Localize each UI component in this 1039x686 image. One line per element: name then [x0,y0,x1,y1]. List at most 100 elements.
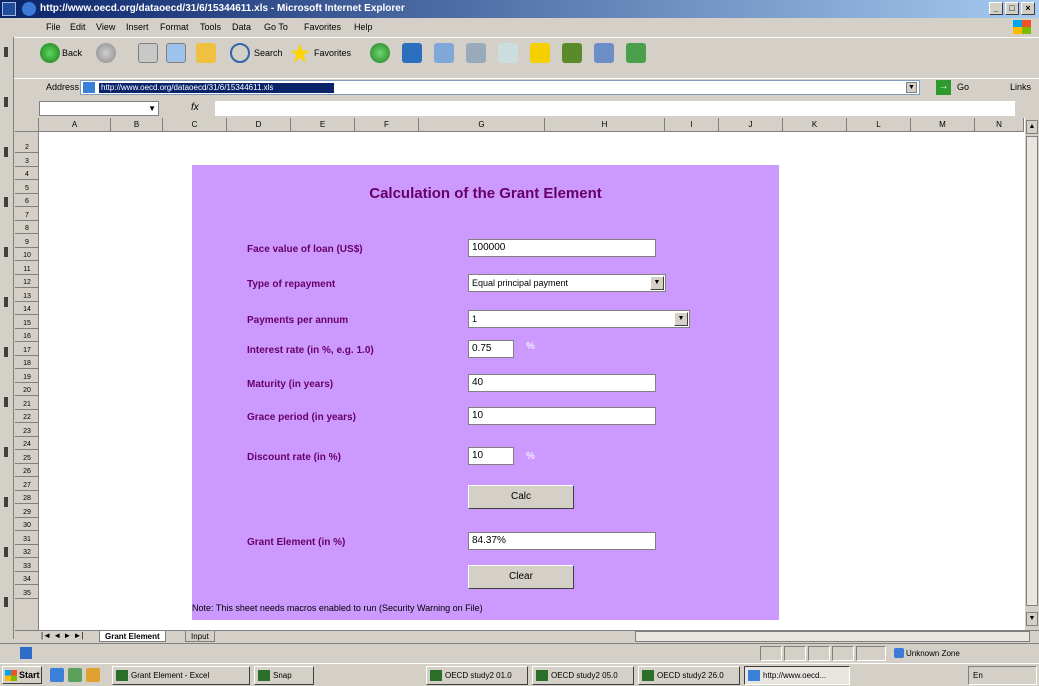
close-button[interactable]: × [1021,2,1035,15]
menu-file[interactable]: File [46,22,61,32]
column-header[interactable]: H [545,118,665,132]
row-header[interactable]: 30 [15,520,39,531]
name-box-dropdown-icon[interactable]: ▼ [148,104,156,113]
system-tray[interactable]: En [968,666,1037,685]
quicklaunch-desktop-icon[interactable] [68,668,82,682]
scroll-up-icon[interactable]: ▲ [1026,120,1038,134]
row-header[interactable]: 19 [15,372,39,383]
links-button[interactable]: Links [1010,82,1031,92]
minimize-button[interactable]: _ [989,2,1003,15]
address-input[interactable]: http://www.oecd.org/dataoecd/31/6/153446… [80,80,920,95]
tab-grant-element[interactable]: Grant Element [99,631,166,642]
excel-app-icon[interactable] [2,2,16,16]
row-header[interactable]: 32 [15,547,39,558]
search-icon[interactable] [230,43,250,63]
row-header[interactable]: 13 [15,291,39,302]
column-header[interactable]: C [163,118,227,132]
row-header[interactable]: 20 [15,385,39,396]
grant-element-output[interactable]: 84.37% [468,532,656,550]
edit-icon[interactable] [498,43,518,63]
row-header[interactable]: 18 [15,358,39,369]
column-header[interactable]: N [975,118,1024,132]
column-header[interactable]: A [39,118,111,132]
grace-period-input[interactable]: 10 [468,407,656,425]
back-label[interactable]: Back [62,48,82,58]
row-header[interactable]: 34 [15,574,39,585]
row-header[interactable]: 33 [15,561,39,572]
folder-icon[interactable] [530,43,550,63]
research-icon[interactable] [562,43,582,63]
row-header[interactable]: 27 [15,480,39,491]
menu-view[interactable]: View [96,22,115,32]
refresh-icon[interactable] [166,43,186,63]
menu-tools[interactable]: Tools [200,22,221,32]
row-header[interactable]: 25 [15,453,39,464]
row-header[interactable]: 24 [15,439,39,450]
row-header[interactable]: 3 [15,156,39,167]
row-header[interactable]: 6 [15,196,39,207]
language-indicator[interactable]: En [973,671,983,680]
column-header[interactable]: K [783,118,847,132]
row-header[interactable]: 5 [15,183,39,194]
quicklaunch-ie-icon[interactable] [50,668,64,682]
scroll-thumb[interactable] [1026,136,1038,606]
face-value-input[interactable]: 100000 [468,239,656,257]
column-header[interactable]: G [419,118,545,132]
column-header[interactable]: B [111,118,163,132]
row-header[interactable]: 16 [15,331,39,342]
column-header[interactable]: E [291,118,355,132]
column-header[interactable]: D [227,118,291,132]
row-header[interactable]: 9 [15,237,39,248]
task-button-active[interactable]: http://www.oecd... [744,666,850,685]
task-button[interactable]: OECD study2 05.0 [532,666,634,685]
scroll-down-icon[interactable]: ▼ [1026,612,1038,626]
task-button[interactable]: OECD study2 26.0 [638,666,740,685]
row-header[interactable]: 29 [15,507,39,518]
task-button[interactable]: Grant Element - Excel [112,666,250,685]
quicklaunch-media-icon[interactable] [86,668,100,682]
menu-favorites[interactable]: Favorites [304,22,341,32]
column-header[interactable]: F [355,118,419,132]
row-header[interactable]: 26 [15,466,39,477]
row-header[interactable]: 21 [15,399,39,410]
home-icon[interactable] [196,43,216,63]
interest-rate-input[interactable]: 0.75 [468,340,514,358]
menu-edit[interactable]: Edit [70,22,86,32]
formula-input[interactable] [215,101,1015,116]
task-button[interactable]: OECD study2 01.0 [426,666,528,685]
column-header[interactable]: J [719,118,783,132]
row-header[interactable]: 14 [15,304,39,315]
column-header[interactable]: I [665,118,719,132]
messenger-icon[interactable] [594,43,614,63]
row-header[interactable]: 23 [15,426,39,437]
row-header[interactable]: 8 [15,223,39,234]
mail-icon[interactable] [434,43,454,63]
address-dropdown-icon[interactable]: ▼ [906,82,917,93]
forward-icon[interactable] [96,43,116,63]
row-header[interactable]: 15 [15,318,39,329]
row-header[interactable]: 7 [15,210,39,221]
vertical-scrollbar[interactable]: ▲ ▼ [1024,118,1039,630]
menu-goto[interactable]: Go To [264,22,288,32]
tools-icon[interactable] [626,43,646,63]
row-header[interactable]: 11 [15,264,39,275]
chevron-down-icon[interactable]: ▼ [650,276,664,290]
row-header[interactable]: 35 [15,588,39,599]
column-header[interactable]: M [911,118,975,132]
row-header[interactable]: 31 [15,534,39,545]
row-header[interactable]: 22 [15,412,39,423]
payments-per-annum-select[interactable]: 1 ▼ [468,310,690,328]
horizontal-scrollbar[interactable] [635,631,1030,642]
row-header[interactable]: 2 [15,142,39,153]
maturity-input[interactable]: 40 [468,374,656,392]
task-button[interactable]: Snap [254,666,314,685]
calc-button[interactable]: Calc [468,485,574,509]
menu-format[interactable]: Format [160,22,189,32]
go-button[interactable]: Go [957,82,969,92]
search-label[interactable]: Search [254,48,283,58]
row-header[interactable]: 10 [15,250,39,261]
row-header[interactable]: 4 [15,169,39,180]
favorites-label[interactable]: Favorites [314,48,351,58]
tab-scroll-buttons[interactable]: |◄ ◄ ► ►| [41,631,84,640]
go-arrow-icon[interactable]: → [936,80,951,95]
